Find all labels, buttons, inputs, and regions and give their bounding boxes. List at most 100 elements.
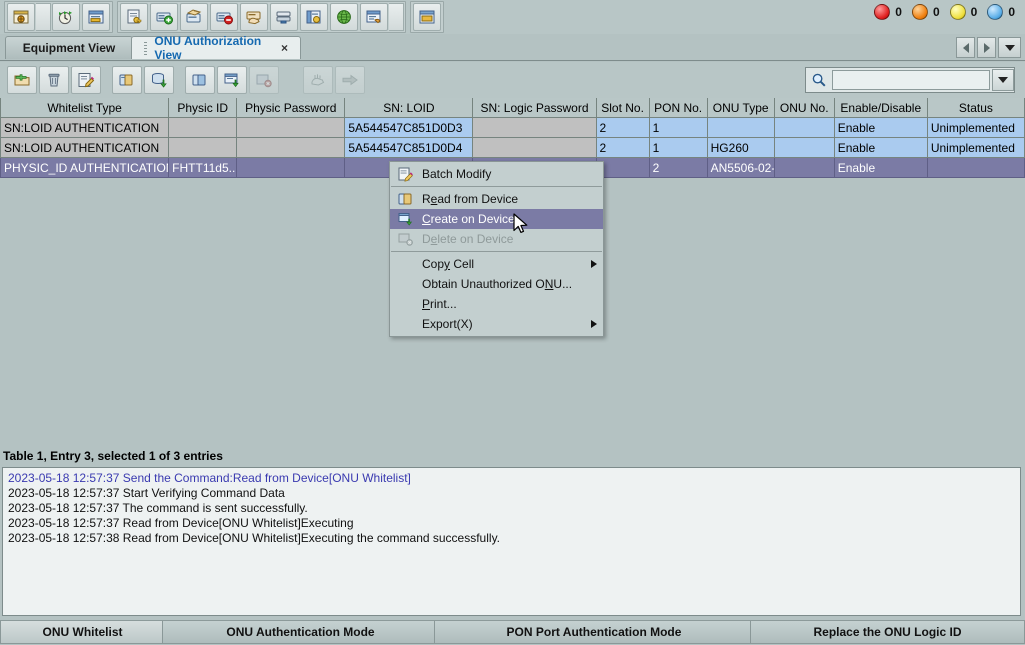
alarm-warning[interactable]: 0	[987, 4, 1015, 20]
close-icon[interactable]: ×	[281, 41, 288, 55]
onu-list-icon[interactable]	[82, 3, 110, 31]
cell-whitelist-type[interactable]: SN:LOID AUTHENTICATION	[0, 137, 170, 158]
col-header-whitelist-type[interactable]: Whitelist Type	[0, 98, 170, 118]
alarm-major-count: 0	[932, 5, 940, 19]
device-add-icon[interactable]	[150, 3, 178, 31]
cell-onu-no[interactable]	[773, 157, 835, 178]
table-header-row: Whitelist Type Physic ID Physic Password…	[0, 98, 1025, 118]
cell-enable-disable[interactable]: Enable	[833, 157, 928, 178]
topology-dropdown-button[interactable]	[36, 3, 51, 31]
search-input[interactable]	[832, 70, 990, 90]
col-header-onu-no[interactable]: ONU No.	[773, 98, 835, 118]
cell-physic-id[interactable]	[168, 117, 238, 138]
col-header-pon-no[interactable]: PON No.	[648, 98, 708, 118]
menu-read-from-device[interactable]: Read from Device	[390, 189, 603, 209]
apply-button	[335, 66, 365, 94]
col-header-slot-no[interactable]: Slot No.	[595, 98, 650, 118]
bottom-tab-onu-authentication-mode[interactable]: ONU Authentication Mode	[162, 621, 439, 644]
report-dropdown-button[interactable]	[389, 3, 404, 31]
menu-copy-cell-label: Copy Cell	[422, 257, 475, 271]
alarm-critical-count: 0	[895, 5, 902, 19]
menu-read-from-device-label: Read from Device	[422, 192, 519, 206]
alarm-major[interactable]: 0	[911, 4, 940, 20]
copy-button[interactable]	[185, 66, 215, 94]
report-icon[interactable]	[360, 3, 388, 31]
bottom-tab-onu-whitelist[interactable]: ONU Whitelist	[0, 621, 165, 644]
tab-list-button[interactable]	[998, 37, 1021, 58]
download-button[interactable]	[217, 66, 247, 94]
cell-enable-disable[interactable]: Enable	[833, 137, 928, 158]
tab-scroll-left-button[interactable]	[956, 37, 975, 58]
menu-separator	[391, 186, 602, 187]
cell-sn-loid[interactable]: 5A544547C851D0D4	[344, 137, 474, 158]
cell-onu-type[interactable]	[706, 117, 775, 138]
menu-export[interactable]: Export(X)	[390, 314, 603, 334]
device-remove-icon[interactable]	[210, 3, 238, 31]
menu-create-on-device[interactable]: Create on Device	[390, 209, 603, 229]
table-row[interactable]: SN:LOID AUTHENTICATION 5A544547C851D0D4 …	[0, 137, 1025, 158]
topology-icon[interactable]	[7, 3, 35, 31]
cell-sn-loid[interactable]: 5A544547C851D0D3	[344, 117, 474, 138]
cell-pon-no[interactable]: 2	[648, 157, 708, 178]
globe-icon[interactable]	[330, 3, 358, 31]
cell-status[interactable]	[926, 157, 1025, 178]
window-icon[interactable]	[413, 3, 441, 31]
log-line: 2023-05-18 12:57:38 Read from Device[ONU…	[8, 531, 501, 545]
search-icon[interactable]	[806, 69, 832, 91]
menu-copy-cell[interactable]: Copy Cell	[390, 254, 603, 274]
col-header-status[interactable]: Status	[926, 98, 1025, 118]
search-dropdown-button[interactable]	[992, 69, 1014, 91]
tab-scroll-right-button[interactable]	[977, 37, 996, 58]
tab-onu-authorization-view[interactable]: ONU Authorization View ×	[131, 34, 301, 62]
alarm-critical[interactable]: 0	[874, 4, 902, 20]
device-hand-icon[interactable]	[240, 3, 268, 31]
save-to-device-button[interactable]	[144, 66, 174, 94]
cell-physic-password[interactable]	[236, 157, 346, 178]
modify-whitelist-button[interactable]	[71, 66, 101, 94]
cell-slot-no[interactable]: 2	[595, 117, 650, 138]
col-header-physic-id[interactable]: Physic ID	[168, 98, 238, 118]
bottom-tab-replace-onu-logic-id[interactable]: Replace the ONU Logic ID	[750, 621, 1025, 644]
col-header-onu-type[interactable]: ONU Type	[706, 98, 775, 118]
bottom-tab-replace-onu-logic-id-label: Replace the ONU Logic ID	[813, 625, 962, 639]
alarm-minor[interactable]: 0	[949, 4, 977, 20]
cell-sn-logic-password[interactable]	[472, 117, 597, 138]
delete-whitelist-button[interactable]	[39, 66, 69, 94]
read-from-device-button[interactable]	[112, 66, 142, 94]
cell-slot-no[interactable]: 2	[595, 137, 650, 158]
cell-onu-no[interactable]	[773, 117, 835, 138]
add-whitelist-button[interactable]	[7, 66, 37, 94]
log-panel[interactable]: 2023-05-18 12:57:37 Send the Command:Rea…	[2, 467, 1021, 616]
authorization-key-icon[interactable]	[120, 3, 148, 31]
col-header-enable-disable[interactable]: Enable/Disable	[833, 98, 928, 118]
col-header-sn-loid[interactable]: SN: LOID	[344, 98, 474, 118]
rack-icon[interactable]	[270, 3, 298, 31]
menu-obtain-unauthorized-onu[interactable]: Obtain Unauthorized ONU...	[390, 274, 603, 294]
cell-physic-password[interactable]	[236, 117, 346, 138]
history-clock-icon[interactable]	[52, 3, 80, 31]
tab-equipment-view[interactable]: Equipment View	[5, 36, 133, 59]
cell-status[interactable]: Unimplemented	[926, 137, 1025, 158]
cell-sn-logic-password[interactable]	[472, 137, 597, 158]
cell-physic-id[interactable]: FHTT11d5...	[168, 157, 238, 178]
menu-batch-modify[interactable]: Batch Modify	[390, 164, 603, 184]
cell-whitelist-type[interactable]: PHYSIC_ID AUTHENTICATION	[0, 157, 170, 178]
col-header-sn-logic-password[interactable]: SN: Logic Password	[472, 98, 597, 118]
cell-pon-no[interactable]: 1	[648, 137, 708, 158]
bottom-tab-pon-port-authentication-mode[interactable]: PON Port Authentication Mode	[434, 621, 754, 644]
card-info-icon[interactable]	[300, 3, 328, 31]
cell-onu-type[interactable]: AN5506-02-F	[706, 157, 775, 178]
cell-whitelist-type[interactable]: SN:LOID AUTHENTICATION	[0, 117, 170, 138]
cell-physic-id[interactable]	[168, 137, 238, 158]
device-config-icon[interactable]	[180, 3, 208, 31]
cell-status[interactable]: Unimplemented	[926, 117, 1025, 138]
cell-physic-password[interactable]	[236, 137, 346, 158]
cell-onu-type[interactable]: HG260	[706, 137, 775, 158]
cell-enable-disable[interactable]: Enable	[833, 117, 928, 138]
menu-print[interactable]: Print...	[390, 294, 603, 314]
col-header-physic-password[interactable]: Physic Password	[236, 98, 346, 118]
cell-slot-no[interactable]	[595, 157, 650, 178]
cell-onu-no[interactable]	[773, 137, 835, 158]
table-row[interactable]: SN:LOID AUTHENTICATION 5A544547C851D0D3 …	[0, 117, 1025, 138]
cell-pon-no[interactable]: 1	[648, 117, 708, 138]
